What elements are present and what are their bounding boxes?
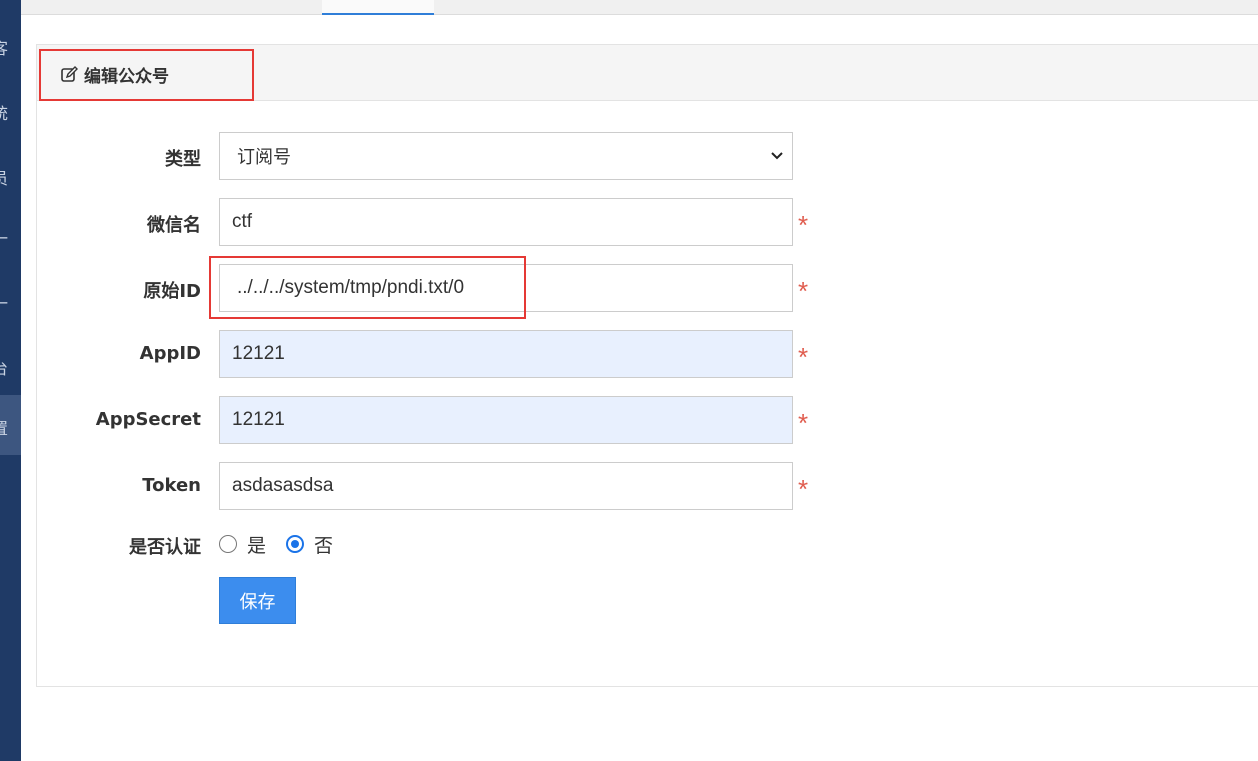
token-required-mark: *: [798, 474, 809, 504]
appid-required-mark: *: [798, 342, 809, 372]
verified-label: 是否认证: [129, 537, 201, 558]
type-label: 类型: [165, 149, 201, 170]
wechat-name-label: 微信名: [147, 215, 201, 236]
token-input[interactable]: [219, 462, 793, 510]
sidebar-item-5[interactable]: 一: [0, 270, 21, 330]
chevron-down-icon: [771, 152, 783, 160]
original-id-highlight-box: [209, 256, 526, 319]
sidebar: 客 统 员 一 一 台 置: [0, 0, 21, 761]
original-id-required-mark: *: [798, 276, 809, 306]
token-label: Token: [142, 475, 201, 496]
type-select[interactable]: 订阅号: [219, 132, 793, 180]
wechat-name-input[interactable]: [219, 198, 793, 246]
sidebar-item-3[interactable]: 员: [0, 145, 21, 205]
verified-no-label[interactable]: 否: [314, 531, 333, 558]
verified-radio-group: 是 否: [219, 531, 353, 558]
sidebar-item-4[interactable]: 一: [0, 205, 21, 265]
sidebar-item-2[interactable]: 统: [0, 80, 21, 140]
type-select-value: 订阅号: [237, 147, 291, 168]
appsecret-input[interactable]: [219, 396, 793, 444]
wechat-name-required-mark: *: [798, 210, 809, 240]
appsecret-label: AppSecret: [95, 409, 201, 430]
sidebar-item-7-active[interactable]: 置: [0, 395, 21, 455]
appid-input[interactable]: [219, 330, 793, 378]
save-button[interactable]: 保存: [219, 577, 296, 624]
verified-yes-radio[interactable]: [219, 535, 237, 553]
title-highlight-box: [39, 49, 254, 101]
verified-yes-label[interactable]: 是: [247, 531, 266, 558]
verified-no-radio[interactable]: [286, 535, 305, 553]
appsecret-required-mark: *: [798, 408, 809, 438]
original-id-label: 原始ID: [143, 281, 201, 302]
active-top-tab[interactable]: [322, 0, 434, 15]
appid-label: AppID: [139, 343, 201, 364]
top-tab-bar: [21, 0, 1258, 15]
sidebar-item-6[interactable]: 台: [0, 335, 21, 395]
sidebar-item-1[interactable]: 客: [0, 15, 21, 75]
